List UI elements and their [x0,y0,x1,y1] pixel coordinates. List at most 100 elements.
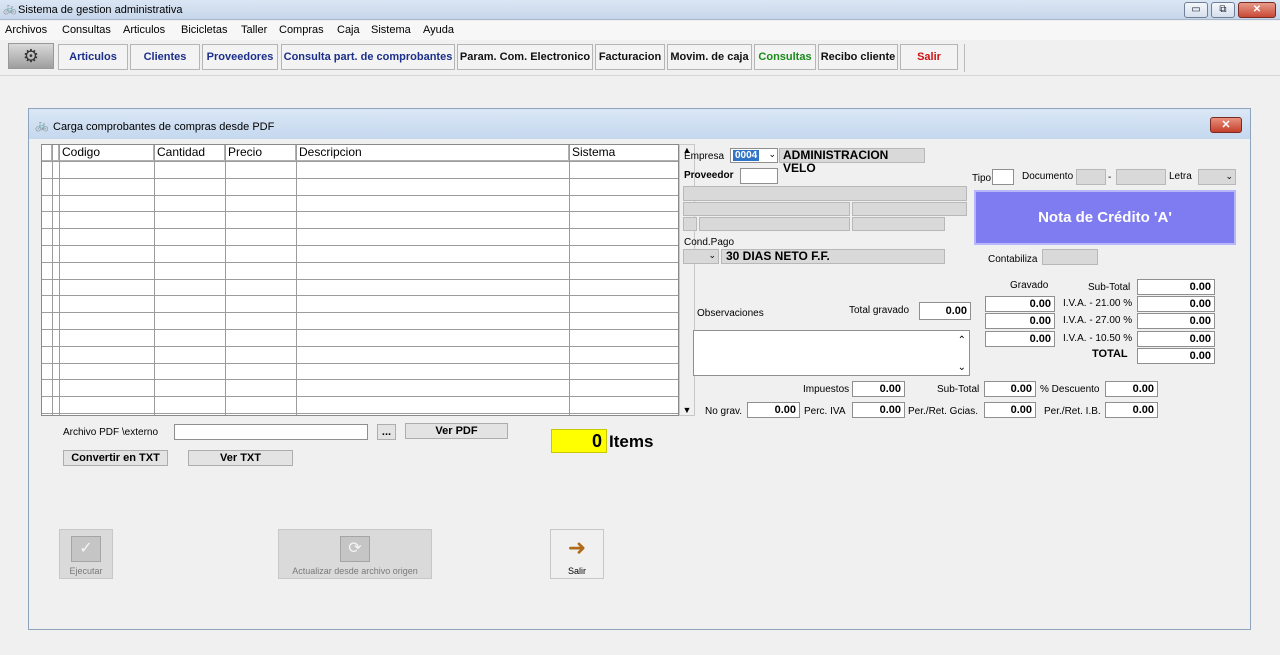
documento-label: Documento [1022,171,1074,182]
total-gravado-label: Total gravado [849,305,910,316]
perc-iva-label: Perc. IVA [804,406,846,417]
menu-bicicletas[interactable]: Bicicletas [181,24,227,36]
column-codigo[interactable]: Codigo [59,145,154,161]
menu-compras[interactable]: Compras [279,24,324,36]
proveedor-label: Proveedor [684,170,734,181]
toolbar-divider [964,44,965,72]
salir-button[interactable]: Salir [900,44,958,70]
recibo-cliente-button[interactable]: Recibo cliente [818,44,898,70]
grid-corner-2 [52,145,59,161]
clientes-button[interactable]: Clientes [130,44,200,70]
salir-exit-button[interactable]: ➜ Salir [550,529,604,579]
per-gcias-value[interactable]: 0.00 [984,402,1036,418]
observaciones-label: Observaciones [697,308,764,319]
ejecutar-button[interactable]: ✓ Ejecutar [59,529,113,579]
grid-column-line [154,145,155,415]
menu-ayuda[interactable]: Ayuda [423,24,454,36]
bicycle-icon: 🚲 [35,120,49,132]
items-label: Items [609,432,654,451]
perc-iva-value[interactable]: 0.00 [852,402,905,418]
items-grid[interactable]: Codigo Cantidad Precio Descripcion Siste… [41,144,679,416]
checkmark-icon: ✓ [71,536,101,562]
menu-caja[interactable]: Caja [337,24,360,36]
browse-button[interactable]: ... [377,424,396,440]
grid-row-line [42,345,678,347]
iva-27-value[interactable]: 0.00 [1137,313,1215,329]
proveedor-input[interactable] [740,168,778,184]
no-grav-value[interactable]: 0.00 [747,402,800,418]
column-cantidad[interactable]: Cantidad [154,145,225,161]
empresa-select[interactable]: 0004 ⌄ [730,148,778,163]
proveedor-field-4 [699,217,850,231]
documento-prefix[interactable] [1076,169,1106,185]
column-sistema[interactable]: Sistema [569,145,678,161]
grid-row-line [42,312,678,314]
scroll-up-icon[interactable]: ⌃ [958,335,966,346]
grid-column-line [569,145,570,415]
menu-consultas[interactable]: Consultas [62,24,111,36]
menu-bar: Archivos Consultas Articulos Bicicletas … [0,21,1280,40]
subtotal-value[interactable]: 0.00 [1137,279,1215,295]
window-title: Sistema de gestion administrativa [18,4,183,16]
consulta-comprobantes-button[interactable]: Consulta part. de comprobantes [281,44,455,70]
consultas-button[interactable]: Consultas [754,44,816,70]
descuento-label: % Descuento [1040,384,1100,395]
grid-column-line [59,145,60,415]
actualizar-button[interactable]: ⟳ Actualizar desde archivo origen [278,529,432,579]
proveedor-name [683,186,967,201]
grid-row-line [42,161,678,162]
scroll-down-icon[interactable]: ⌄ [958,362,966,373]
per-ib-label: Per./Ret. I.B. [1044,406,1101,417]
documento-number[interactable] [1116,169,1166,185]
letra-select[interactable]: ⌄ [1198,169,1236,185]
gravado-10-input[interactable]: 0.00 [985,331,1055,347]
per-ib-value[interactable]: 0.00 [1105,402,1158,418]
per-gcias-label: Per./Ret. Gcias. [908,406,979,417]
gravado-label: Gravado [1010,280,1049,291]
maximize-button[interactable]: ⧉ [1211,2,1235,18]
tipo-input[interactable] [992,169,1014,185]
empresa-name: ADMINISTRACION VELO [779,148,925,175]
grid-row-line [42,278,678,280]
descuento-value[interactable]: 0.00 [1105,381,1158,397]
iva-21-value[interactable]: 0.00 [1137,296,1215,312]
menu-sistema[interactable]: Sistema [371,24,411,36]
iva-10-value[interactable]: 0.00 [1137,331,1215,347]
cond-pago-select[interactable]: ⌄ [683,249,719,264]
ver-txt-button[interactable]: Ver TXT [188,450,293,466]
ejecutar-label: Ejecutar [69,566,103,576]
impuestos-value[interactable]: 0.00 [852,381,905,397]
pdf-file-input[interactable] [174,424,368,440]
subtotal2-value[interactable]: 0.00 [984,381,1036,397]
proveedores-button[interactable]: Proveedores [202,44,278,70]
close-button[interactable]: ✕ [1238,2,1276,18]
grid-corner [42,145,52,161]
column-descripcion[interactable]: Descripcion [296,145,569,161]
articulos-button[interactable]: Articulos [58,44,128,70]
chevron-down-icon: ⌄ [1225,171,1233,181]
child-close-button[interactable]: ✕ [1210,117,1242,133]
total-gravado-value[interactable]: 0.00 [919,302,971,320]
minimize-button[interactable]: ▭ [1184,2,1208,18]
grid-row-line [42,295,678,297]
menu-articulos[interactable]: Articulos [123,24,165,36]
documento-separator: - [1108,172,1112,183]
scroll-down-icon[interactable]: ▼ [680,405,694,415]
movim-caja-button[interactable]: Movim. de caja [667,44,752,70]
gravado-21-input[interactable]: 0.00 [985,296,1055,312]
convertir-txt-button[interactable]: Convertir en TXT [63,450,168,466]
ver-pdf-button[interactable]: Ver PDF [405,423,508,439]
param-com-electronico-button[interactable]: Param. Com. Electronico [457,44,593,70]
column-precio[interactable]: Precio [225,145,296,161]
facturacion-button[interactable]: Facturacion [595,44,665,70]
contabiliza-field[interactable] [1042,249,1098,265]
subtotal2-label: Sub-Total [937,384,980,395]
menu-archivos[interactable]: Archivos [5,24,47,36]
observaciones-textarea[interactable]: ⌃ ⌄ [693,330,970,376]
exit-door-icon: ➜ [562,536,592,562]
grid-row-line [42,379,678,381]
actualizar-label: Actualizar desde archivo origen [292,566,418,576]
gravado-27-input[interactable]: 0.00 [985,313,1055,329]
total-value[interactable]: 0.00 [1137,348,1215,364]
menu-taller[interactable]: Taller [241,24,267,36]
